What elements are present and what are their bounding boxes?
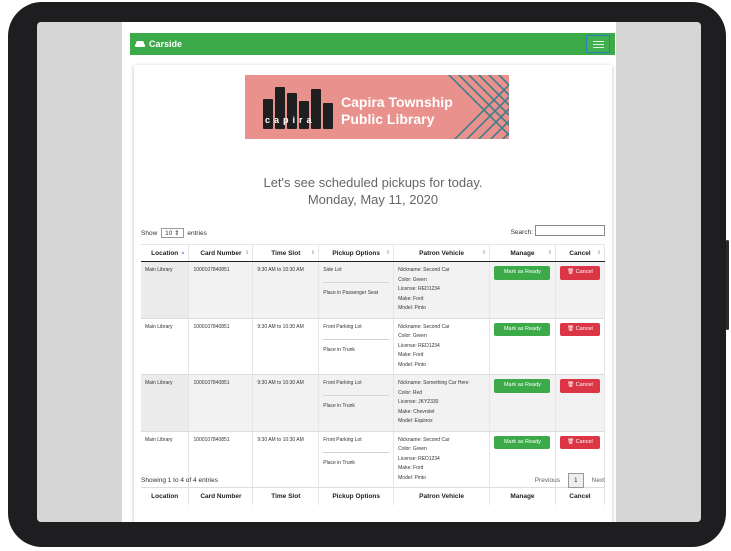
footer-manage: Manage bbox=[489, 487, 556, 505]
mark-as-ready-button[interactable]: Mark as Ready bbox=[494, 266, 551, 280]
pagination: Previous 1 Next bbox=[535, 473, 605, 488]
footer-time-slot: Time Slot bbox=[252, 487, 320, 505]
cell-card-number: 1000107840851 bbox=[188, 374, 254, 432]
page-1-button[interactable]: 1 bbox=[568, 473, 584, 488]
table-footer-row: Location Card Number Time Slot Pickup Op… bbox=[141, 487, 606, 505]
cell-time-slot: 9:30 AM to 10:30 AM bbox=[252, 261, 320, 319]
cancel-button[interactable]: 🗑 Cancel bbox=[559, 266, 600, 280]
cell-card-number: 1000107840851 bbox=[188, 318, 254, 375]
brand-label: Carside bbox=[149, 39, 183, 49]
cell-patron-vehicle: Nickname: Something Car Here Color: Red Li… bbox=[393, 374, 490, 432]
tablet-side-button bbox=[726, 240, 729, 330]
table-header-row: Location ▲ Card Number ⇕ Time Slot ⇕ Pickup… bbox=[141, 244, 606, 262]
cell-cancel: 🗑 Cancel bbox=[555, 318, 606, 375]
footer-location: Location bbox=[141, 487, 190, 505]
show-label: Show bbox=[141, 230, 158, 237]
books-icon: capira bbox=[263, 85, 333, 129]
column-patron-vehicle[interactable]: Patron Vehicle ⇕ bbox=[393, 244, 490, 262]
pickup-location: Front Parking Lot bbox=[323, 436, 390, 453]
pickup-location: Side Lot bbox=[323, 266, 390, 283]
cell-pickup-options: Front Parking Lot Place in Trunk bbox=[318, 318, 395, 375]
cancel-button[interactable]: 🗑 Cancel bbox=[559, 322, 600, 336]
cell-time-slot: 9:30 AM to 10:30 AM bbox=[252, 374, 320, 432]
mark-as-ready-button[interactable]: Mark as Ready bbox=[494, 322, 551, 336]
headline-date: Monday, May 11, 2020 bbox=[307, 192, 439, 207]
navbar: Carside bbox=[130, 33, 615, 55]
cell-cancel: 🗑 Cancel bbox=[555, 374, 606, 432]
cell-cancel: 🗑 Cancel bbox=[555, 261, 606, 319]
hamburger-icon[interactable] bbox=[586, 35, 610, 53]
search-input[interactable] bbox=[535, 225, 605, 236]
pickups-card: capira Capira Township Public Library Le… bbox=[134, 65, 612, 522]
cell-patron-vehicle: Nickname: Second Car Color: Green License:… bbox=[393, 431, 490, 488]
column-cancel[interactable]: Cancel ⇕ bbox=[555, 244, 606, 262]
entries-label: entries bbox=[187, 230, 207, 237]
cell-pickup-options: Front Parking Lot Place in Trunk bbox=[318, 374, 395, 432]
table-row: Main Library 1000107840851 9:30 AM to 10… bbox=[141, 374, 606, 432]
next-button[interactable]: Next bbox=[592, 477, 605, 484]
car-icon bbox=[135, 40, 145, 48]
cell-patron-vehicle: Nickname: Second Car Color: Green License:… bbox=[393, 261, 490, 319]
table-row: Main Library 1000107840851 9:30 AM to 10… bbox=[141, 318, 606, 375]
cell-manage: Mark as Ready bbox=[489, 261, 556, 319]
entries-info: Showing 1 to 4 of 4 entries bbox=[141, 477, 218, 484]
pickup-placement: Place in Passenger Seat bbox=[323, 290, 379, 296]
cell-time-slot: 9:30 AM to 10:30 AM bbox=[252, 318, 320, 375]
tablet-screen: Carside capira Capira Township Public Li… bbox=[37, 22, 701, 522]
column-pickup-options[interactable]: Pickup Options ⇕ bbox=[318, 244, 395, 262]
library-logo: capira Capira Township Public Library bbox=[245, 75, 509, 139]
cell-location: Main Library bbox=[141, 318, 190, 375]
logo-line1: Capira Township bbox=[341, 94, 453, 110]
column-time-slot[interactable]: Time Slot ⇕ bbox=[252, 244, 320, 262]
cell-card-number: 1000107840851 bbox=[188, 261, 254, 319]
pickup-placement: Place in Trunk bbox=[323, 346, 355, 353]
footer-pickup-options: Pickup Options bbox=[318, 487, 395, 505]
previous-button[interactable]: Previous bbox=[535, 477, 560, 484]
cell-manage: Mark as Ready bbox=[489, 374, 556, 432]
logo-stripes bbox=[447, 75, 509, 139]
footer-patron-vehicle: Patron Vehicle bbox=[393, 487, 490, 505]
cell-location: Main Library bbox=[141, 374, 190, 432]
search-label: Search: bbox=[510, 229, 533, 236]
cancel-button[interactable]: 🗑 Cancel bbox=[559, 435, 600, 449]
cell-location: Main Library bbox=[141, 261, 190, 319]
brand[interactable]: Carside bbox=[135, 39, 182, 49]
footer-cancel: Cancel bbox=[555, 487, 606, 505]
column-manage[interactable]: Manage ⇕ bbox=[489, 244, 556, 262]
cell-manage: Mark as Ready bbox=[489, 318, 556, 375]
logo-text: Capira Township Public Library bbox=[341, 94, 453, 128]
app-window: Carside capira Capira Township Public Li… bbox=[122, 22, 616, 522]
footer-card-number: Card Number bbox=[188, 487, 254, 505]
mark-as-ready-button[interactable]: Mark as Ready bbox=[494, 379, 551, 393]
pickup-location: Front Parking Lot bbox=[323, 379, 390, 396]
logo-book-letters: capira bbox=[265, 115, 316, 125]
pickup-placement: Place in Trunk bbox=[323, 459, 355, 466]
cell-patron-vehicle: Nickname: Second Car Color: Green License:… bbox=[393, 318, 490, 375]
cell-time-slot: 9:30 AM to 10:30 AM bbox=[252, 431, 320, 488]
cancel-button[interactable]: 🗑 Cancel bbox=[559, 379, 600, 393]
pickup-placement: Place in Trunk bbox=[323, 403, 355, 409]
column-location[interactable]: Location ▲ bbox=[141, 244, 190, 262]
logo-line2: Public Library bbox=[341, 111, 435, 127]
table-row: Main Library 1000107840851 9:30 AM to 10… bbox=[141, 261, 606, 319]
cell-pickup-options: Front Parking Lot Place in Trunk bbox=[318, 431, 395, 488]
pickups-table: Location ▲ Card Number ⇕ Time Slot ⇕ Pickup… bbox=[141, 244, 606, 505]
headline-line1: Let's see scheduled pickups for today. bbox=[263, 175, 483, 190]
cell-pickup-options: Side Lot Place in Passenger Seat bbox=[318, 261, 395, 319]
column-card-number[interactable]: Card Number ⇕ bbox=[188, 244, 254, 262]
table-controls: Show 10 ⇕ entries Search: bbox=[141, 225, 605, 242]
entries-select[interactable]: 10 ⇕ bbox=[161, 228, 184, 238]
mark-as-ready-button[interactable]: Mark as Ready bbox=[494, 435, 551, 449]
pickup-location: Front Parking Lot bbox=[323, 323, 390, 340]
